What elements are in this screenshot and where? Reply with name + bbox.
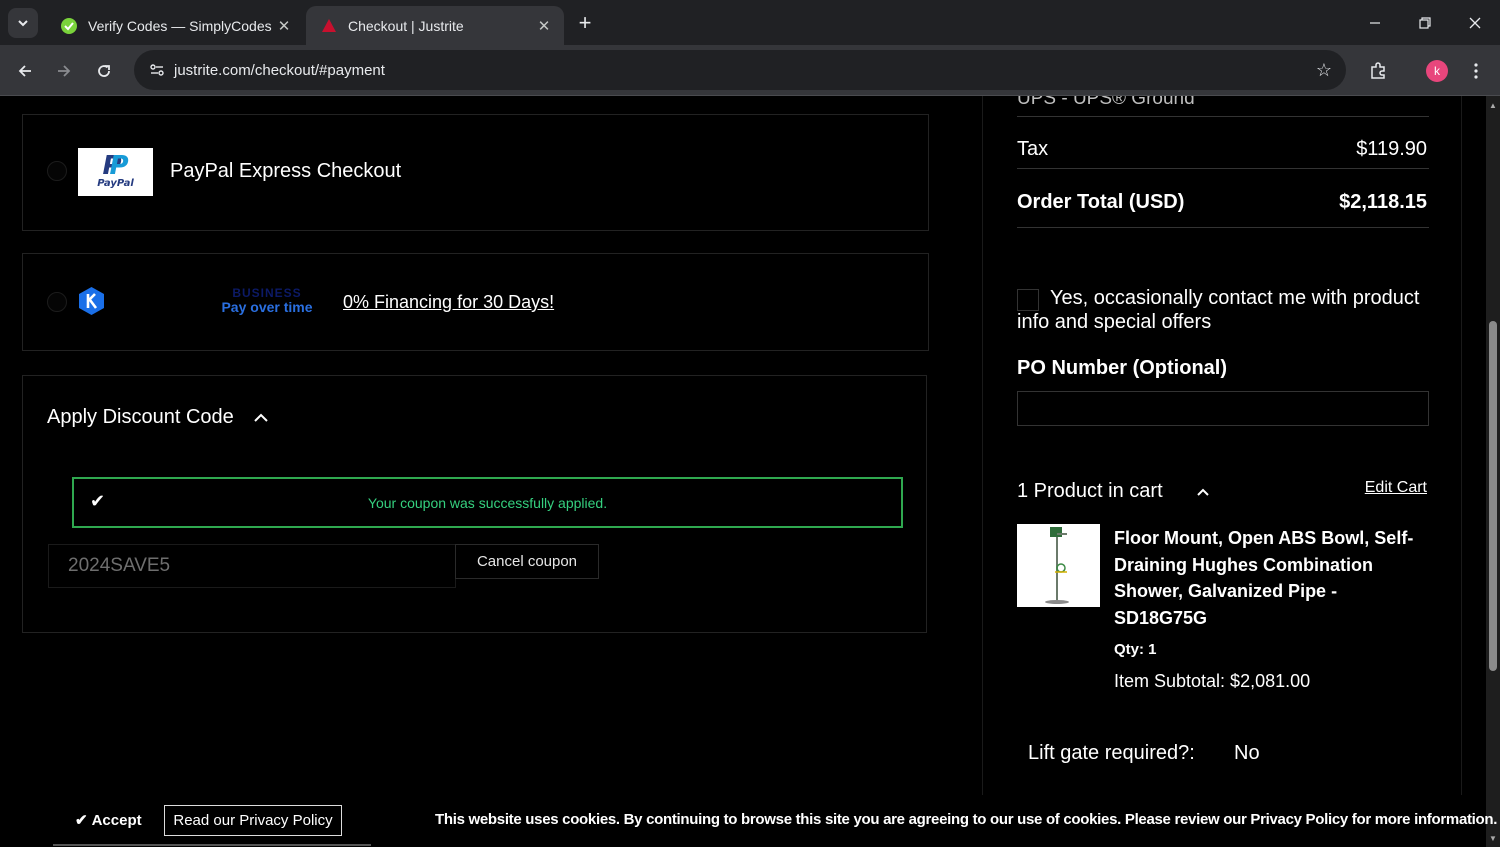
paypal-p-icon: PP bbox=[102, 151, 129, 181]
tab-simplycodes[interactable]: Verify Codes — SimplyCodes ✕ bbox=[46, 6, 304, 45]
discount-code-input[interactable]: 2024SAVE5 bbox=[48, 544, 456, 588]
tab-title: Checkout | Justrite bbox=[348, 17, 464, 34]
back-button[interactable] bbox=[10, 56, 40, 86]
accept-cookies-button[interactable]: ✔ Accept bbox=[75, 809, 142, 831]
restore-icon bbox=[1419, 16, 1431, 29]
puzzle-icon bbox=[1371, 62, 1385, 79]
bookmark-star-icon[interactable]: ☆ bbox=[1316, 60, 1332, 81]
order-total-label: Order Total (USD) bbox=[1017, 191, 1185, 213]
paypal-logo: PP PayPal bbox=[78, 148, 153, 196]
checkout-page: PP PayPal PayPal Express Checkout BUSINE… bbox=[0, 96, 1486, 847]
avatar: k bbox=[1426, 60, 1448, 82]
bpot-line1: BUSINESS bbox=[232, 286, 302, 300]
product-image[interactable] bbox=[1017, 524, 1100, 607]
minimize-button[interactable] bbox=[1350, 0, 1400, 45]
arrow-right-icon bbox=[58, 65, 71, 77]
po-number-input[interactable] bbox=[1017, 391, 1429, 426]
checkmark-icon: ✔ bbox=[75, 812, 88, 829]
financing-provider-logo-icon bbox=[79, 287, 104, 315]
scrollbar-thumb[interactable] bbox=[1489, 321, 1497, 671]
financing-link[interactable]: 0% Financing for 30 Days! bbox=[343, 292, 554, 313]
divider bbox=[1017, 116, 1429, 117]
order-summary: UPS - UPS® Ground Tax $119.90 Order Tota… bbox=[982, 96, 1462, 847]
url-text[interactable]: justrite.com/checkout/#payment bbox=[174, 62, 385, 79]
product-qty: Qty: 1 bbox=[1114, 641, 1157, 658]
forward-button[interactable] bbox=[49, 56, 79, 86]
accept-label: Accept bbox=[91, 811, 142, 829]
cancel-coupon-button[interactable]: Cancel coupon bbox=[455, 544, 599, 579]
marketing-optin-label: Yes, occasionally contact me with produc… bbox=[1017, 287, 1420, 333]
profile-button[interactable]: k bbox=[1424, 56, 1450, 86]
kebab-menu-icon bbox=[1474, 63, 1478, 79]
browser-menu-button[interactable] bbox=[1464, 56, 1488, 86]
scroll-down-icon[interactable]: ▼ bbox=[1486, 831, 1500, 845]
browser-tab-bar: Verify Codes — SimplyCodes ✕ Checkout | … bbox=[0, 0, 1500, 45]
financing-payment-option[interactable]: BUSINESS Pay over time 0% Financing for … bbox=[22, 253, 929, 351]
edit-cart-link[interactable]: Edit Cart bbox=[1365, 479, 1427, 497]
address-bar[interactable]: justrite.com/checkout/#payment ☆ bbox=[134, 50, 1346, 90]
cookie-banner: ✔ Accept Read our Privacy Policy This we… bbox=[0, 795, 1497, 847]
divider bbox=[1017, 227, 1429, 228]
success-text: Your coupon was successfully applied. bbox=[367, 495, 608, 511]
justrite-favicon-icon bbox=[320, 17, 338, 35]
paypal-payment-option[interactable]: PP PayPal PayPal Express Checkout bbox=[22, 114, 929, 231]
cart-count[interactable]: 1 Product in cart bbox=[1017, 480, 1163, 503]
paypal-radio[interactable] bbox=[47, 161, 67, 181]
po-number-label: PO Number (Optional) bbox=[1017, 357, 1227, 379]
order-total-value: $2,118.15 bbox=[1339, 191, 1427, 213]
horizontal-scrollbar[interactable] bbox=[53, 844, 371, 846]
site-settings-icon[interactable] bbox=[140, 50, 174, 90]
cookie-message: This website uses cookies. By continuing… bbox=[435, 811, 1498, 828]
simplycodes-favicon-icon bbox=[60, 17, 78, 35]
paypal-option-label: PayPal Express Checkout bbox=[170, 160, 402, 182]
product-name[interactable]: Floor Mount, Open ABS Bowl, Self-Drainin… bbox=[1114, 525, 1424, 631]
lift-gate-label: Lift gate required?: bbox=[1028, 742, 1195, 764]
chevron-down-icon bbox=[18, 20, 28, 27]
arrow-left-icon bbox=[18, 65, 31, 77]
privacy-policy-button[interactable]: Read our Privacy Policy bbox=[164, 805, 342, 836]
business-pay-over-time-logo: BUSINESS Pay over time bbox=[215, 287, 319, 315]
close-tab-icon[interactable]: ✕ bbox=[274, 16, 294, 36]
tax-label: Tax bbox=[1017, 138, 1049, 160]
shipping-method: UPS - UPS® Ground bbox=[1017, 96, 1195, 109]
close-window-button[interactable] bbox=[1450, 0, 1500, 45]
discount-section-title[interactable]: Apply Discount Code bbox=[47, 406, 234, 429]
tab-title: Verify Codes — SimplyCodes bbox=[88, 17, 272, 34]
divider bbox=[1017, 168, 1429, 169]
product-subtotal: Item Subtotal: $2,081.00 bbox=[1114, 671, 1311, 691]
scroll-up-icon[interactable]: ▲ bbox=[1486, 98, 1500, 112]
close-icon bbox=[1469, 17, 1481, 28]
reload-icon bbox=[98, 65, 110, 77]
browser-toolbar: justrite.com/checkout/#payment ☆ k bbox=[0, 45, 1500, 96]
tab-justrite-checkout[interactable]: Checkout | Justrite ✕ bbox=[306, 6, 564, 45]
close-tab-icon[interactable]: ✕ bbox=[534, 16, 554, 36]
tax-value: $119.90 bbox=[1356, 138, 1427, 160]
marketing-optin-checkbox[interactable] bbox=[1017, 289, 1039, 311]
coupon-success-message: ✔ Your coupon was successfully applied. bbox=[72, 477, 903, 528]
financing-radio[interactable] bbox=[47, 292, 67, 312]
bpot-line2: Pay over time bbox=[221, 299, 313, 315]
restore-button[interactable] bbox=[1400, 0, 1450, 45]
discount-code-section: Apply Discount Code ✔ Your coupon was su… bbox=[22, 375, 927, 633]
chevron-up-icon[interactable] bbox=[1193, 480, 1213, 504]
paypal-logo-text: PayPal bbox=[97, 178, 134, 189]
extensions-button[interactable] bbox=[1364, 56, 1392, 86]
tab-search-button[interactable] bbox=[8, 8, 38, 38]
minimize-icon bbox=[1370, 21, 1380, 24]
reload-button[interactable] bbox=[89, 56, 119, 86]
new-tab-button[interactable]: + bbox=[572, 10, 598, 36]
lift-gate-value: No bbox=[1234, 742, 1260, 764]
chevron-up-icon[interactable] bbox=[251, 406, 271, 430]
page-scrollbar[interactable]: ▲ ▼ bbox=[1486, 96, 1500, 847]
